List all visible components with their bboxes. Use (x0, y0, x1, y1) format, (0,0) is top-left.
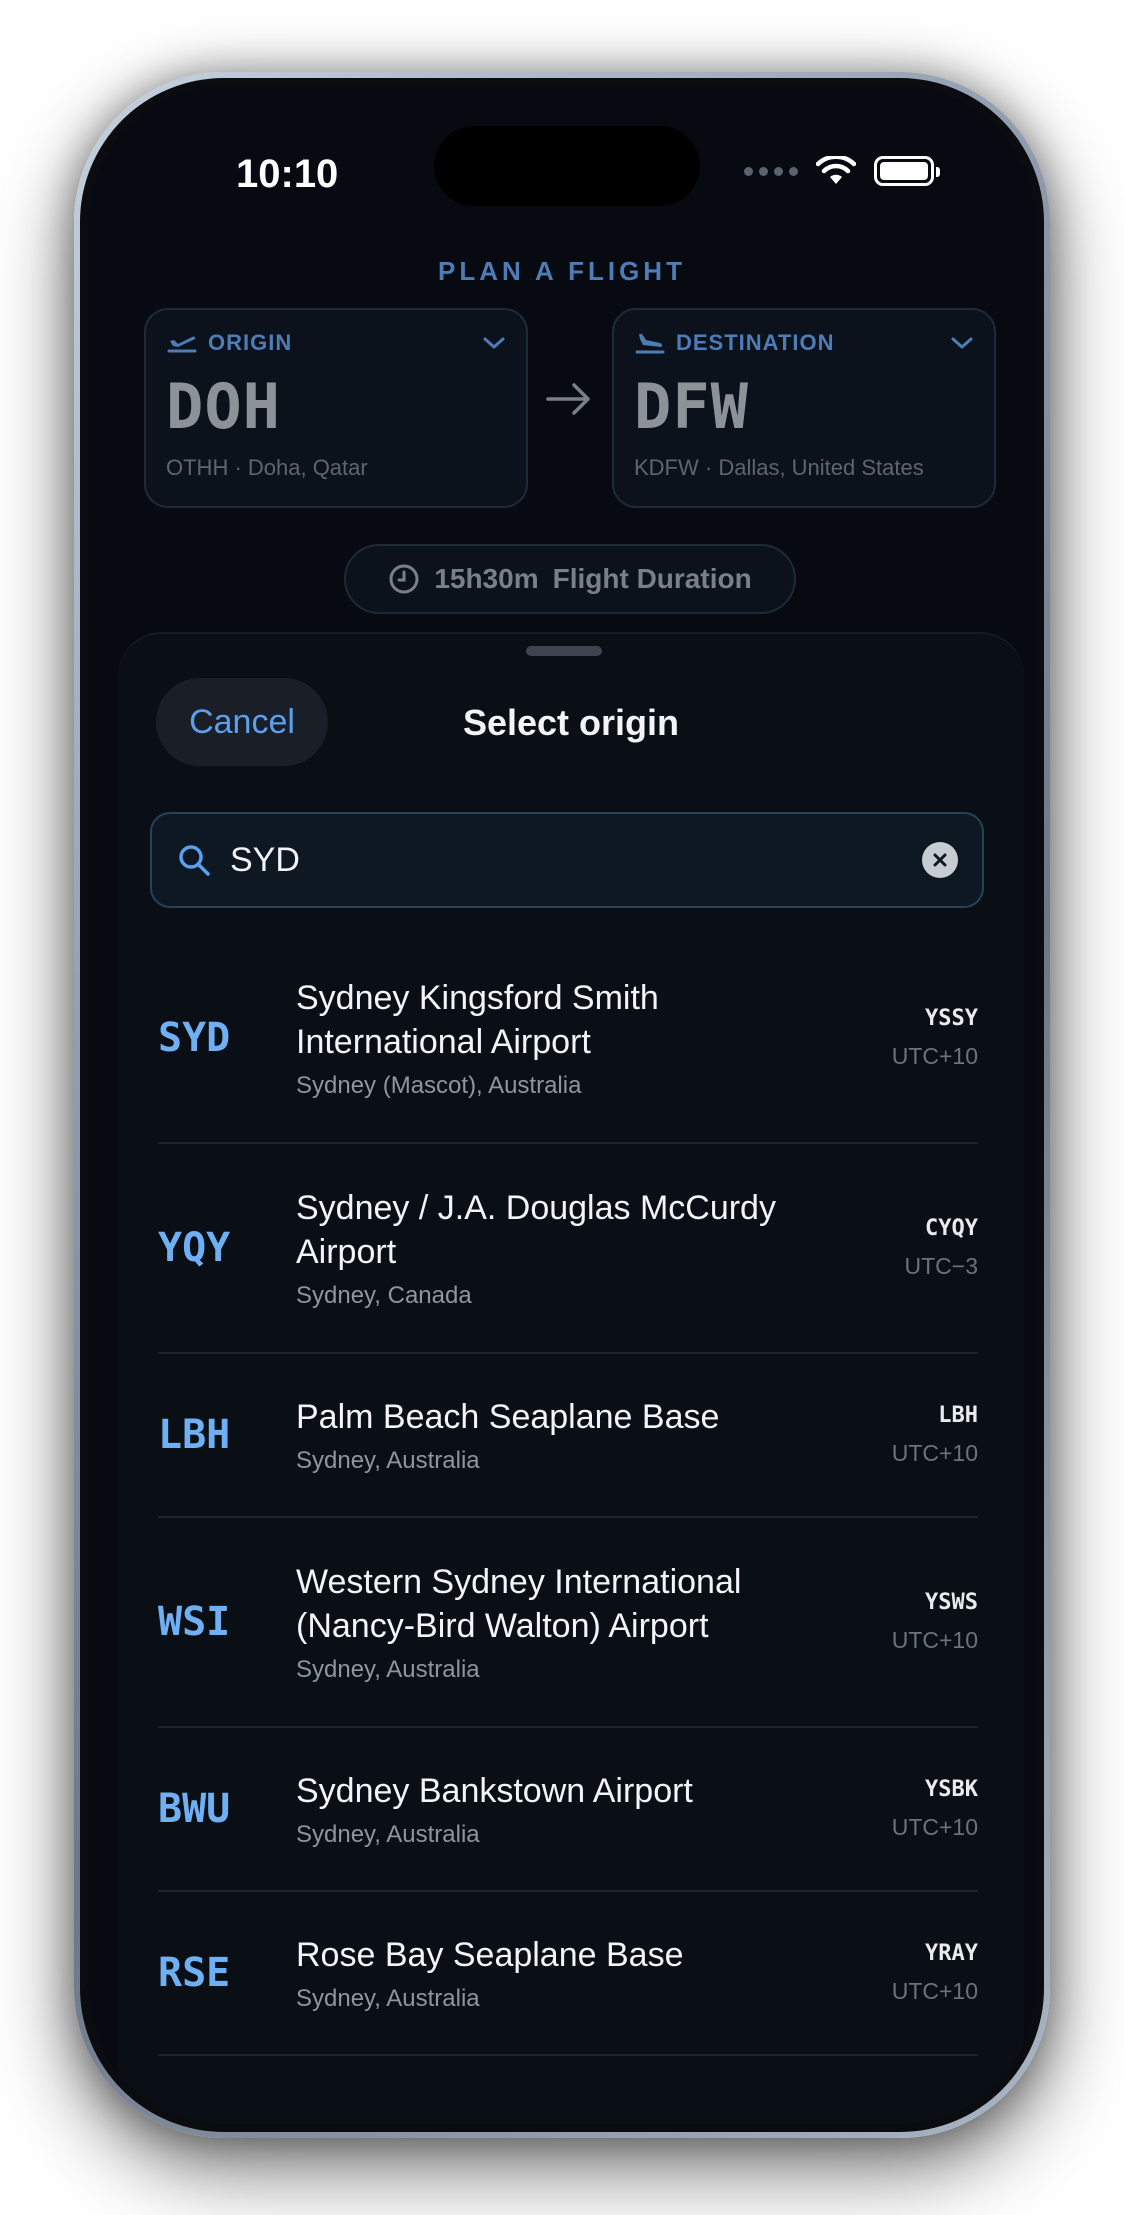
airport-location: Sydney (Mascot), Australia (296, 1072, 582, 1099)
origin-label: ORIGIN (208, 330, 293, 355)
list-item[interactable]: RSE Rose Bay Seaplane Base Sydney, Austr… (158, 1892, 978, 2056)
airport-location: Sydney, Canada (296, 1282, 472, 1309)
phone-frame: 10:10 PLAN A FLIGHT ORIGIN DOH OTHH · Do… (74, 72, 1050, 2138)
chevron-down-icon (483, 337, 505, 349)
airport-location: Sydney, Australia (296, 1447, 480, 1474)
flight-duration-pill: 15h30m Flight Duration (344, 544, 796, 614)
airport-name: Rose Bay Seaplane Base (296, 1936, 684, 1974)
screen: 10:10 PLAN A FLIGHT ORIGIN DOH OTHH · Do… (88, 86, 1036, 2124)
list-item[interactable]: WSI Western Sydney International (Nancy-… (158, 1518, 978, 1728)
iata-code: YQY (158, 1225, 231, 1271)
plane-landing-icon (635, 334, 665, 354)
plane-takeoff-icon (167, 336, 197, 353)
arrow-right-icon (546, 383, 590, 415)
iata-code: SYD (158, 1015, 231, 1061)
search-icon (179, 845, 210, 876)
destination-subtitle: KDFW · Dallas, United States (634, 455, 924, 480)
airport-name: Palm Beach Seaplane Base (296, 1398, 720, 1436)
icao-code: YRAY (925, 1941, 978, 1966)
airport-name: Sydney Bankstown Airport (296, 1772, 693, 1810)
iata-code: LBH (158, 1412, 231, 1458)
search-input[interactable] (230, 840, 904, 880)
list-item[interactable]: YQY Sydney / J.A. Douglas McCurdy Airpor… (158, 1144, 978, 1354)
destination-card[interactable]: DESTINATION DFW KDFW · Dallas, United St… (612, 308, 996, 508)
airport-name: Western Sydney International (Nancy-Bird… (296, 1563, 742, 1645)
airport-location: Sydney, Australia (296, 1985, 480, 2012)
timezone: UTC+10 (891, 1440, 978, 1466)
airport-location: Sydney, Australia (296, 1656, 480, 1683)
list-item[interactable]: BWU Sydney Bankstown Airport Sydney, Aus… (158, 1728, 978, 1892)
sheet-grabber[interactable] (526, 646, 602, 656)
results-list: SYD Sydney Kingsford Smith International… (158, 934, 978, 2056)
phone-bezel: 10:10 PLAN A FLIGHT ORIGIN DOH OTHH · Do… (80, 78, 1044, 2132)
destination-label: DESTINATION (676, 330, 835, 355)
airport-location: Sydney, Australia (296, 1821, 480, 1848)
icao-code: CYQY (925, 1216, 978, 1241)
battery-icon (874, 156, 940, 186)
status-time: 10:10 (236, 152, 339, 196)
airport-name: Sydney Kingsford Smith International Air… (296, 979, 659, 1061)
origin-code: DOH (166, 370, 281, 443)
icao-code: YSSY (925, 1006, 978, 1031)
icao-code: YSBK (925, 1777, 978, 1802)
origin-subtitle: OTHH · Doha, Qatar (166, 455, 368, 480)
search-field[interactable] (150, 812, 984, 908)
timezone: UTC−3 (904, 1253, 979, 1279)
select-origin-sheet: Cancel Select origin SYD SYD Sydney King… (118, 632, 1024, 2124)
sheet-title: Select origin (462, 702, 680, 743)
wifi-icon (816, 156, 856, 184)
list-item[interactable]: LBH Palm Beach Seaplane Base Sydney, Aus… (158, 1354, 978, 1518)
list-item[interactable]: SYD Sydney Kingsford Smith International… (158, 934, 978, 1144)
origin-card[interactable]: ORIGIN DOH OTHH · Doha, Qatar (144, 308, 528, 508)
timezone: UTC+10 (891, 1627, 978, 1653)
duration-label: Flight Duration (552, 563, 752, 594)
iata-code: RSE (158, 1950, 231, 1996)
airport-name: Sydney / J.A. Douglas McCurdy Airport (296, 1189, 776, 1271)
iata-code: BWU (158, 1786, 231, 1832)
dynamic-island (434, 126, 700, 206)
page-title: PLAN A FLIGHT (438, 256, 686, 286)
icao-code: YSWS (925, 1590, 978, 1615)
clear-search-icon[interactable] (922, 842, 958, 878)
timezone: UTC+10 (891, 1043, 978, 1069)
status-icons (744, 156, 940, 186)
destination-code: DFW (634, 370, 749, 443)
timezone: UTC+10 (891, 1978, 978, 2004)
icao-code: LBH (938, 1403, 978, 1428)
timezone: UTC+10 (891, 1814, 978, 1840)
duration-value: 15h30m (434, 563, 539, 594)
chevron-down-icon (951, 337, 973, 349)
clock-icon (389, 564, 419, 594)
list-fade (118, 2102, 1024, 2124)
iata-code: WSI (158, 1599, 231, 1645)
cellular-signal-icon (744, 166, 798, 176)
